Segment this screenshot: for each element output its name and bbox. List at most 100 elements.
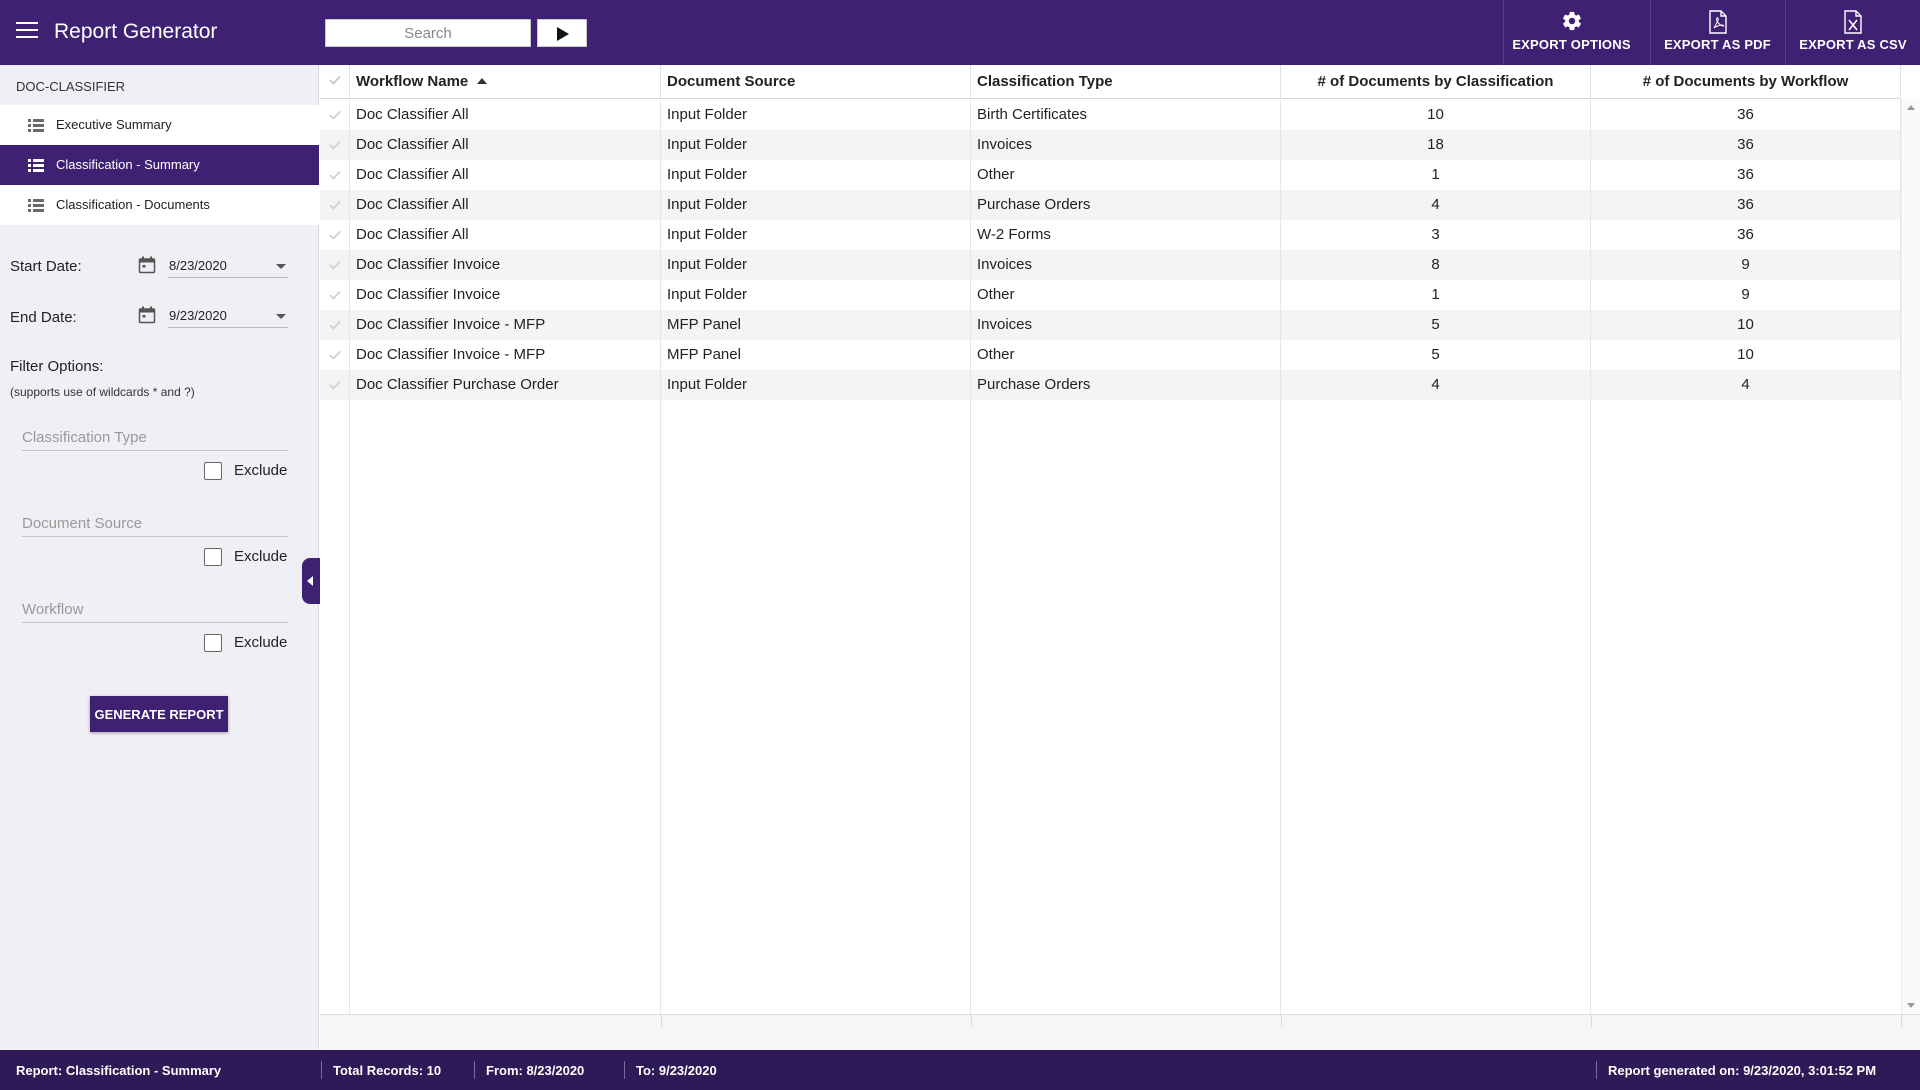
row-select-checkbox[interactable] [320, 370, 350, 400]
check-icon [329, 260, 341, 270]
search-go-button[interactable] [537, 19, 587, 47]
end-date-dropdown-icon[interactable] [276, 314, 286, 319]
docs-by-workflow-cell: 36 [1591, 160, 1901, 190]
table-row[interactable]: Doc Classifier All Input Folder Other 1 36 [320, 160, 1901, 190]
play-icon [557, 27, 569, 41]
check-icon [329, 170, 341, 180]
workflow-name-cell: Doc Classifier All [350, 190, 661, 220]
collapse-sidebar-button[interactable] [302, 558, 320, 604]
start-date-input[interactable] [168, 254, 288, 278]
docs-by-classification-cell: 1 [1281, 280, 1591, 310]
sidebar-item-classification-summary[interactable]: Classification - Summary [0, 145, 319, 185]
table-row[interactable]: Doc Classifier Invoice Input Folder Other 1… [320, 280, 1901, 310]
status-divider [624, 1061, 625, 1079]
docs-by-workflow-cell: 10 [1591, 310, 1901, 340]
scroll-up-icon[interactable] [1907, 105, 1915, 110]
report-grid: Workflow Name Document Source Classifica… [320, 65, 1920, 1050]
check-icon [329, 320, 341, 330]
export-pdf-label: EXPORT AS PDF [1664, 37, 1771, 52]
sidebar-item-label: Classification - Summary [56, 157, 200, 172]
row-select-checkbox[interactable] [320, 280, 350, 310]
row-select-checkbox[interactable] [320, 220, 350, 250]
workflow-name-cell: Doc Classifier Purchase Order [350, 370, 661, 400]
column-header-docs-by-classification[interactable]: # of Documents by Classification [1281, 65, 1591, 99]
classification-type-filter-input[interactable] [22, 425, 288, 451]
status-generated-on: Report generated on: 9/23/2020, 3:01:52 … [1608, 1063, 1877, 1078]
row-select-checkbox[interactable] [320, 100, 350, 130]
end-date-label: End Date: [10, 309, 77, 326]
column-header-workflow-name[interactable]: Workflow Name [350, 65, 661, 99]
row-select-checkbox[interactable] [320, 310, 350, 340]
row-select-checkbox[interactable] [320, 160, 350, 190]
table-row[interactable]: Doc Classifier All Input Folder Purchase O… [320, 190, 1901, 220]
exclude-workflow-checkbox[interactable] [204, 634, 222, 652]
export-csv-label: EXPORT AS CSV [1799, 37, 1907, 52]
workflow-name-cell: Doc Classifier Invoice [350, 250, 661, 280]
row-select-checkbox[interactable] [320, 340, 350, 370]
row-select-checkbox[interactable] [320, 130, 350, 160]
column-header-docs-by-workflow[interactable]: # of Documents by Workflow [1591, 65, 1901, 99]
row-select-checkbox[interactable] [320, 190, 350, 220]
export-options-label: EXPORT OPTIONS [1512, 37, 1631, 52]
export-csv-button[interactable]: EXPORT AS CSV [1785, 0, 1920, 65]
pdf-file-icon [1708, 10, 1727, 34]
column-header-classification-type[interactable]: Classification Type [971, 65, 1281, 99]
workflow-filter-input[interactable] [22, 597, 288, 623]
app-title: Report Generator [54, 20, 218, 43]
sidebar-item-executive-summary[interactable]: Executive Summary [0, 105, 319, 145]
table-row[interactable]: Doc Classifier Purchase Order Input Folde… [320, 370, 1901, 400]
docs-by-classification-cell: 8 [1281, 250, 1591, 280]
table-row[interactable]: Doc Classifier Invoice - MFP MFP Panel Inv… [320, 310, 1901, 340]
classification-type-cell: Purchase Orders [971, 370, 1281, 400]
column-header-document-source[interactable]: Document Source [661, 65, 971, 99]
docs-by-workflow-cell: 9 [1591, 280, 1901, 310]
export-options-button[interactable]: EXPORT OPTIONS [1503, 0, 1639, 65]
export-pdf-button[interactable]: EXPORT AS PDF [1650, 0, 1784, 65]
document-source-filter-input[interactable] [22, 511, 288, 537]
table-row[interactable]: Doc Classifier Invoice Input Folder Invoic… [320, 250, 1901, 280]
grid-footer [320, 1014, 1920, 1050]
check-icon [329, 290, 341, 300]
start-date-dropdown-icon[interactable] [276, 264, 286, 269]
scroll-down-icon[interactable] [1907, 1003, 1915, 1008]
docs-by-classification-cell: 18 [1281, 130, 1591, 160]
docs-by-workflow-cell: 36 [1591, 190, 1901, 220]
grid-column-lines [320, 400, 1901, 1020]
end-date-input[interactable] [168, 304, 288, 328]
sidebar-item-classification-documents[interactable]: Classification - Documents [0, 185, 319, 225]
start-date-label: Start Date: [10, 258, 82, 275]
table-row[interactable]: Doc Classifier All Input Folder W-2 Forms 3… [320, 220, 1901, 250]
vertical-scrollbar[interactable] [1901, 99, 1920, 1014]
exclude-document-source-checkbox[interactable] [204, 548, 222, 566]
sidebar-heading: DOC-CLASSIFIER [16, 79, 126, 94]
check-icon [329, 350, 341, 360]
calendar-icon[interactable] [138, 256, 156, 274]
classification-type-cell: Invoices [971, 310, 1281, 340]
table-row[interactable]: Doc Classifier Invoice - MFP MFP Panel Oth… [320, 340, 1901, 370]
exclude-label: Exclude [234, 462, 288, 479]
calendar-icon[interactable] [138, 306, 156, 324]
workflow-name-cell: Doc Classifier All [350, 130, 661, 160]
gear-icon [1562, 11, 1581, 31]
exclude-classification-type-checkbox[interactable] [204, 462, 222, 480]
docs-by-classification-cell: 1 [1281, 160, 1591, 190]
document-source-cell: Input Folder [661, 250, 971, 280]
hamburger-menu-icon[interactable] [16, 22, 38, 42]
status-bar: Report: Classification - Summary Total R… [0, 1050, 1920, 1090]
search-input[interactable] [325, 19, 531, 47]
sort-ascending-icon [477, 78, 488, 85]
select-all-checkbox[interactable] [320, 65, 350, 99]
status-total-records: Total Records: 10 [333, 1063, 442, 1078]
status-to-date: To: 9/23/2020 [636, 1063, 717, 1078]
status-report-name: Report: Classification - Summary [16, 1063, 222, 1078]
docs-by-workflow-cell: 4 [1591, 370, 1901, 400]
table-row[interactable]: Doc Classifier All Input Folder Birth Cert… [320, 100, 1901, 130]
generate-report-button[interactable]: GENERATE REPORT [90, 696, 228, 732]
grid-header: Workflow Name Document Source Classifica… [320, 65, 1901, 99]
docs-by-classification-cell: 5 [1281, 340, 1591, 370]
docs-by-classification-cell: 4 [1281, 370, 1591, 400]
classification-type-cell: Invoices [971, 250, 1281, 280]
row-select-checkbox[interactable] [320, 250, 350, 280]
column-header-label: Workflow Name [356, 73, 469, 90]
table-row[interactable]: Doc Classifier All Input Folder Invoices 18… [320, 130, 1901, 160]
